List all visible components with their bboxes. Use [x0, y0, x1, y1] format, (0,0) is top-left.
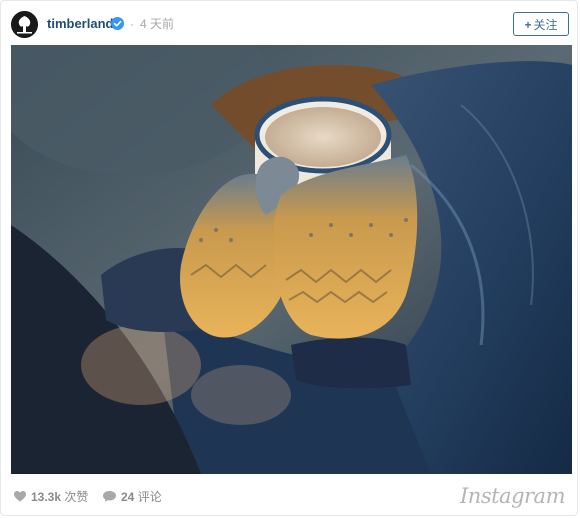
comments-number: 24 [121, 490, 135, 504]
follow-button[interactable]: + 关注 [513, 12, 569, 36]
username-link[interactable]: timberland [47, 16, 113, 32]
post-timestamp[interactable]: 4 天前 [140, 16, 174, 32]
avatar[interactable] [11, 11, 38, 38]
post-photo[interactable] [11, 45, 572, 474]
comment-icon[interactable] [103, 491, 116, 502]
post-footer: 13.3k 次赞 24 评论 Instagram [1, 479, 577, 517]
instagram-logo[interactable]: Instagram [460, 484, 565, 508]
comments-count: 24 评论 [121, 489, 162, 505]
plus-icon: + [524, 18, 532, 32]
comments-label: 评论 [137, 490, 162, 504]
photo-hands-mug-icon [11, 45, 572, 474]
likes-label: 次赞 [64, 490, 89, 504]
post-header: timberland · 4 天前 + 关注 [1, 1, 577, 47]
verified-badge-icon [111, 17, 124, 30]
tree-logo-icon [11, 11, 38, 38]
likes-number: 13.3k [31, 490, 62, 504]
separator-dot: · [130, 17, 134, 31]
heart-icon[interactable] [14, 491, 26, 502]
likes-count: 13.3k 次赞 [31, 489, 88, 505]
instagram-embed-card: timberland · 4 天前 + 关注 13.3k 次赞 24 评论 In… [0, 0, 578, 516]
follow-button-label: 关注 [533, 18, 558, 32]
